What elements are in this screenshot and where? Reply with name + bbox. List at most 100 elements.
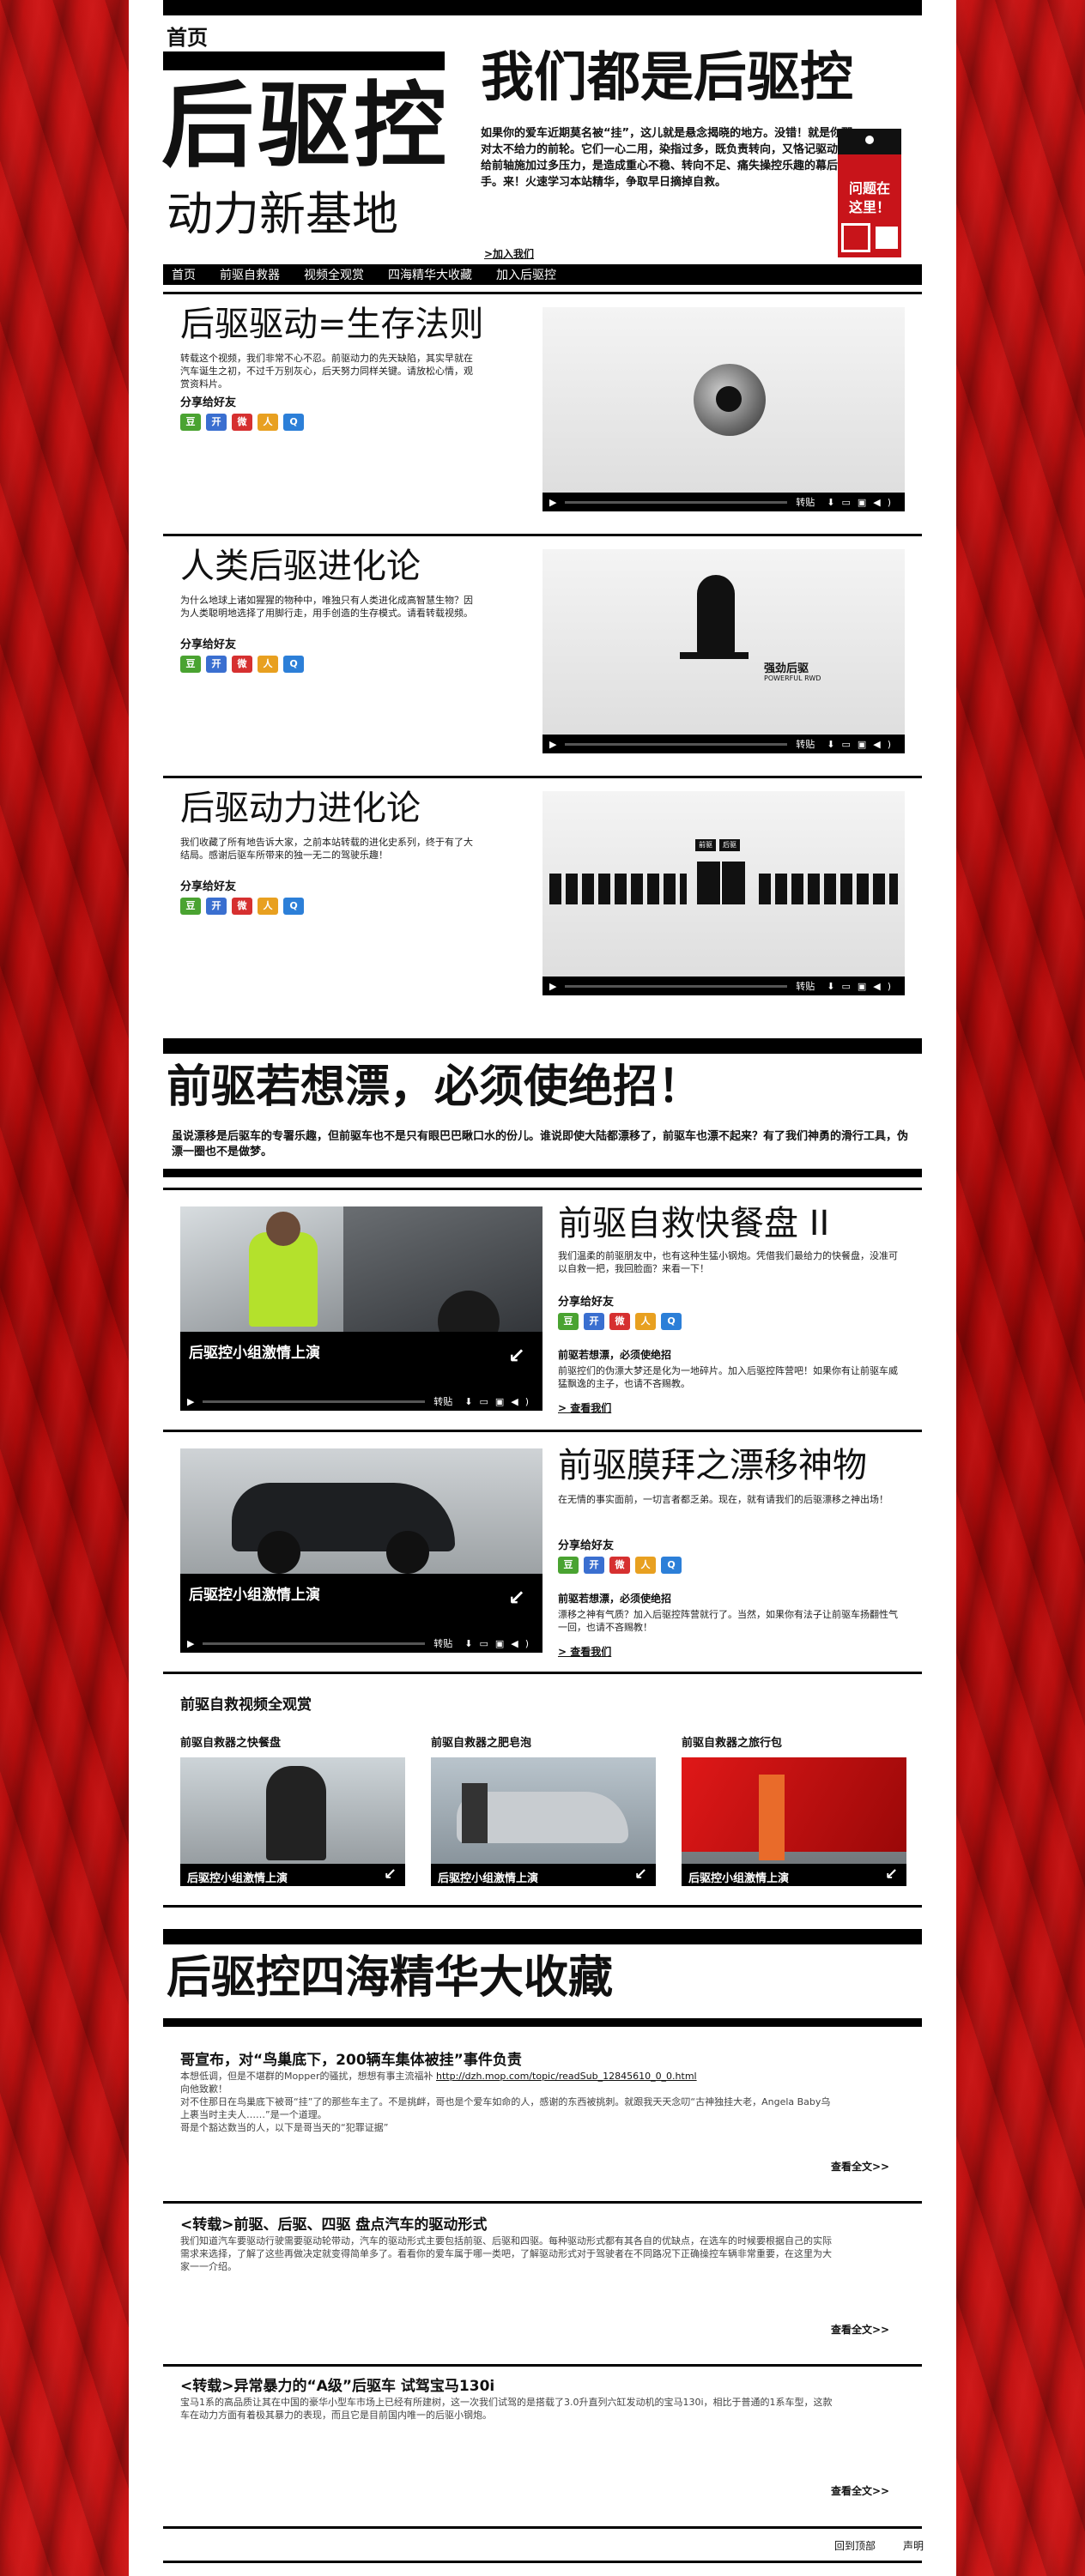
sub-title: 前驱若想漂，必须使绝招	[558, 1349, 672, 1361]
douban-icon[interactable]: 豆	[180, 656, 201, 673]
view-us-link[interactable]: > 查看我们	[558, 1400, 611, 1415]
overlay-text: 后驱控小组激情上演	[688, 1872, 790, 1885]
item-title: 前驱膜拜之漂移神物	[558, 1446, 867, 1485]
character-illustration	[697, 575, 735, 657]
thumb-overlay: 后驱控小组激情上演 ↙	[180, 1864, 405, 1886]
qq-icon[interactable]: Q	[283, 656, 304, 673]
article-title[interactable]: <转载>异常暴力的“A级”后驱车 试驾宝马130i	[180, 2373, 494, 2395]
qq-icon[interactable]: Q	[661, 1313, 682, 1330]
video-controls[interactable]: ▶ 转贴 ⬇▭▣◀)	[542, 493, 905, 511]
video-player[interactable]: 强劲后驱 POWERFUL RWD ▶ 转贴 ⬇▭▣◀)	[542, 549, 905, 753]
page: 首页 后驱控 动力新基地 我们都是后驱控 如果你的爱车近期莫名被“挂”，这儿就是…	[129, 0, 956, 2576]
article-body: 宝马1系的高品质让其在中国的豪华小型车市场上已经有所建树，这一次我们试驾的是搭载…	[180, 2397, 833, 2421]
douban-icon[interactable]: 豆	[180, 414, 201, 431]
play-icon[interactable]: ▶	[549, 497, 556, 508]
play-icon[interactable]: ▶	[549, 981, 556, 992]
read-more-link[interactable]: 查看全文>>	[831, 2322, 889, 2337]
douban-icon[interactable]: 豆	[558, 1313, 579, 1330]
sub-desc: 前驱控们的伪漂大梦还是化为一地碎片。加入后驱控阵营吧！如果你有让前驱车威猛飘逸的…	[558, 1365, 898, 1389]
item-title: 人类后驱进化论	[180, 547, 421, 586]
nav-home[interactable]: 首页	[172, 266, 196, 283]
qq-icon[interactable]: Q	[283, 414, 304, 431]
player-tools-icons[interactable]: ⬇▭▣◀)	[464, 1638, 536, 1649]
renren-icon[interactable]: 人	[635, 1557, 656, 1574]
article-text: 向他致歉！ 对不住那日在鸟巢底下被哥“挂”了的那些车主了。不是挑衅，哥也是个爱车…	[180, 2083, 831, 2133]
home-label[interactable]: 首页	[167, 21, 208, 51]
arrow-icon: ↙	[507, 1586, 525, 1610]
person-photo	[249, 1232, 318, 1327]
slogan: 我们都是后驱控	[481, 45, 854, 108]
video-controls[interactable]: ▶ 转贴 ⬇▭▣◀)	[180, 1392, 542, 1411]
video-controls[interactable]: ▶ 转贴 ⬇▭▣◀)	[542, 735, 905, 753]
repost-button[interactable]: 转贴	[796, 737, 815, 751]
gallery-item-title: 前驱自救器之旅行包	[682, 1737, 783, 1750]
video-tag-fwd: 前驱	[695, 839, 716, 851]
gallery-thumb[interactable]: 后驱控小组激情上演 ↙	[431, 1757, 656, 1886]
nav-fwd-rescue[interactable]: 前驱自救器	[220, 266, 280, 283]
player-tools-icons[interactable]: ⬇▭▣◀)	[464, 1396, 536, 1407]
qr-code-icon	[876, 227, 898, 249]
overlay-text: 后驱控小组激情上演	[189, 1345, 320, 1362]
article-link[interactable]: http://dzh.mop.com/topic/readSub_1284561…	[436, 2071, 697, 2082]
nav-videos[interactable]: 视频全观赏	[304, 266, 364, 283]
person-photo	[266, 1766, 326, 1860]
top-black-bar	[163, 0, 922, 15]
renren-icon[interactable]: 人	[258, 898, 278, 915]
read-more-link[interactable]: 查看全文>>	[831, 2483, 889, 2498]
kaixin-icon[interactable]: 开	[206, 656, 227, 673]
gallery-thumb[interactable]: 后驱控小组激情上演 ↙	[180, 1757, 405, 1886]
weibo-icon[interactable]: 微	[609, 1557, 630, 1574]
video-caption-sub: POWERFUL RWD	[764, 674, 821, 682]
read-more-link[interactable]: 查看全文>>	[831, 2159, 889, 2174]
intro-text: 如果你的爱车近期莫名被“挂”，这儿就是悬念揭晓的地方。没错！就是你那对太不给力的…	[481, 127, 853, 189]
player-tools-icons[interactable]: ⬇▭▣◀)	[827, 981, 898, 992]
qq-icon[interactable]: Q	[283, 898, 304, 915]
divider	[163, 2201, 922, 2204]
section-bar	[163, 1169, 922, 1177]
kaixin-icon[interactable]: 开	[206, 414, 227, 431]
play-icon[interactable]: ▶	[187, 1638, 194, 1649]
kaixin-icon[interactable]: 开	[584, 1557, 604, 1574]
qq-icon[interactable]: Q	[661, 1557, 682, 1574]
divider	[163, 1672, 922, 1674]
play-icon[interactable]: ▶	[549, 739, 556, 750]
player-tools-icons[interactable]: ⬇▭▣◀)	[827, 739, 898, 750]
gallery-thumb[interactable]: 后驱控小组激情上演 ↙	[682, 1757, 906, 1886]
nav-essence[interactable]: 四海精华大收藏	[388, 266, 472, 283]
video-player[interactable]: 后驱控小组激情上演 ↙ ▶ 转贴 ⬇▭▣◀)	[180, 1206, 542, 1411]
overlay-text: 后驱控小组激情上演	[187, 1872, 288, 1885]
renren-icon[interactable]: 人	[258, 414, 278, 431]
repost-button[interactable]: 转贴	[433, 1636, 452, 1650]
video-tag-rwd: 后驱	[719, 839, 740, 851]
repost-button[interactable]: 转贴	[433, 1394, 452, 1408]
statement-link[interactable]: 声明	[903, 2538, 924, 2553]
video-player[interactable]: 后驱控小组激情上演 ↙ ▶ 转贴 ⬇▭▣◀)	[180, 1448, 542, 1653]
article-title[interactable]: <转载>前驱、后驱、四驱 盘点汽车的驱动形式	[180, 2212, 487, 2234]
kaixin-icon[interactable]: 开	[584, 1313, 604, 1330]
nav-join[interactable]: 加入后驱控	[496, 266, 556, 283]
renren-icon[interactable]: 人	[635, 1313, 656, 1330]
player-tools-icons[interactable]: ⬇▭▣◀)	[827, 497, 898, 508]
renren-icon[interactable]: 人	[258, 656, 278, 673]
weibo-icon[interactable]: 微	[232, 898, 252, 915]
fwd-desc: 虽说漂移是后驱车的专署乐趣，但前驱车也不是只有眼巴巴瞅口水的份儿。谁说即使大陆都…	[172, 1130, 909, 1158]
repost-button[interactable]: 转贴	[796, 979, 815, 993]
weibo-icon[interactable]: 微	[232, 656, 252, 673]
play-icon[interactable]: ▶	[187, 1396, 194, 1407]
repost-button[interactable]: 转贴	[796, 495, 815, 509]
video-controls[interactable]: ▶ 转贴 ⬇▭▣◀)	[180, 1634, 542, 1653]
video-controls[interactable]: ▶ 转贴 ⬇▭▣◀)	[542, 977, 905, 995]
douban-icon[interactable]: 豆	[558, 1557, 579, 1574]
item-title: 前驱自救快餐盘 II	[558, 1204, 830, 1243]
article-title[interactable]: 哥宣布，对“鸟巢底下，200辆车集体被挂”事件负责	[180, 2047, 522, 2069]
kaixin-icon[interactable]: 开	[206, 898, 227, 915]
video-player[interactable]: 前驱 后驱 ▶ 转贴 ⬇▭▣◀)	[542, 791, 905, 995]
weibo-icon[interactable]: 微	[232, 414, 252, 431]
weibo-icon[interactable]: 微	[609, 1313, 630, 1330]
gallery-item-title: 前驱自救器之快餐盘	[180, 1737, 282, 1750]
back-to-top-link[interactable]: 回到顶部	[834, 2538, 876, 2553]
view-us-link[interactable]: > 查看我们	[558, 1644, 611, 1659]
video-player[interactable]: ▶ 转贴 ⬇▭▣◀)	[542, 307, 905, 511]
join-link-header[interactable]: >加入我们	[484, 246, 534, 261]
douban-icon[interactable]: 豆	[180, 898, 201, 915]
